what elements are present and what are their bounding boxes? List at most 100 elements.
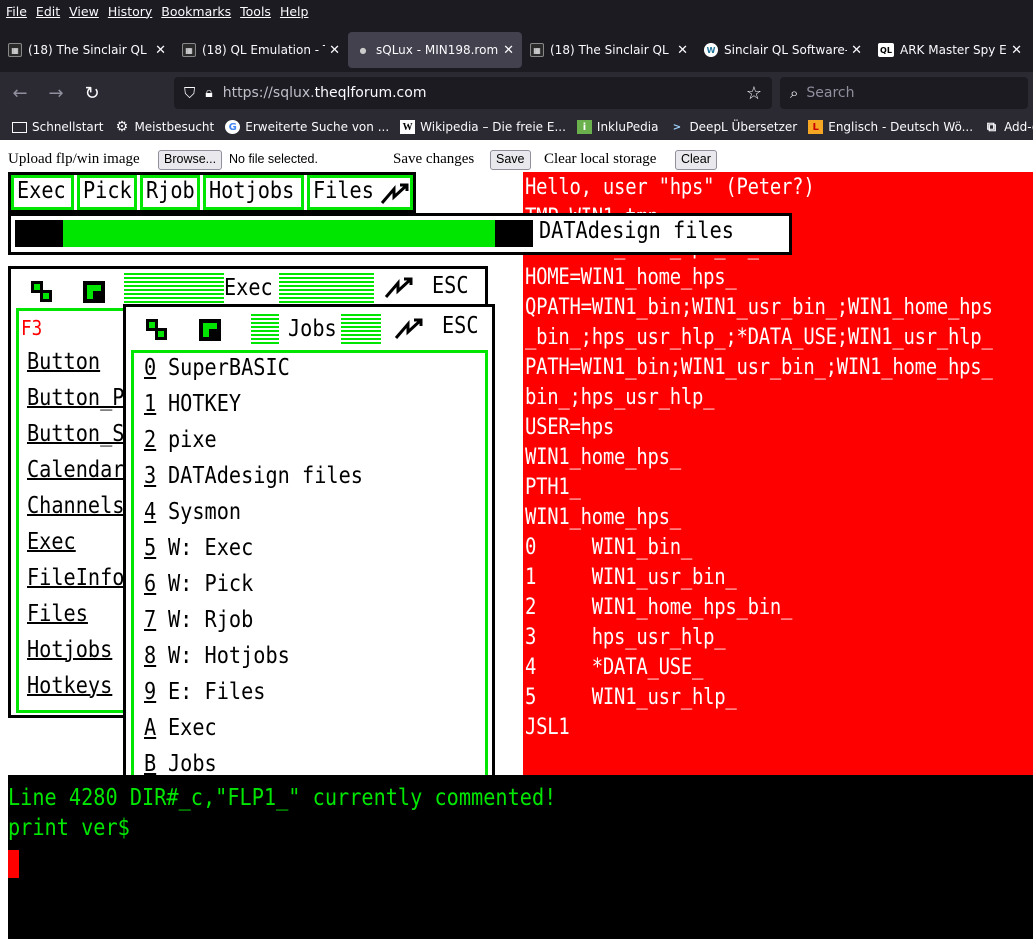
bookmark-label: DeepL Übersetzer [689, 120, 798, 134]
shield-icon[interactable]: ⛉ [184, 84, 195, 102]
bookmark-label: Wikipedia – Die freie E... [420, 120, 566, 134]
save-button[interactable]: Save [490, 150, 531, 170]
menu-history[interactable]: History [108, 4, 152, 19]
tab-ql-emulation[interactable]: ▦ (18) QL Emulation - Th ✕ [174, 32, 348, 68]
ql-exec-button[interactable]: Exec [11, 175, 74, 210]
close-icon[interactable]: ✕ [677, 43, 688, 58]
url-bar[interactable]: ⛉ 🔒︎ https://sqlux.theqlforum.com ☆ [174, 77, 772, 109]
console-line-2: print ver$ [8, 815, 130, 841]
ql-menu-bar: Exec Pick Rjob Hotjobs Files [8, 172, 416, 213]
exec-item[interactable]: Button [27, 349, 100, 375]
menu-edit[interactable]: Edit [36, 4, 60, 19]
bookmark-wikipedia[interactable]: W Wikipedia – Die freie E... [400, 120, 566, 134]
ql-console[interactable]: Line 4280 DIR#_c,"FLP1_" currently comme… [8, 775, 1033, 939]
info-line: 1 WIN1_usr_bin_ [525, 565, 737, 590]
close-icon[interactable]: ✕ [155, 43, 166, 58]
info-line: WIN1_home_hps_ [525, 445, 681, 470]
menu-view[interactable]: View [69, 4, 99, 19]
bookmark-star-icon[interactable]: ☆ [746, 83, 762, 104]
close-icon[interactable]: ✕ [329, 43, 340, 58]
button-label: Hotjobs [209, 178, 295, 204]
lock-icon[interactable]: 🔒︎ [205, 85, 212, 101]
back-icon[interactable]: ← [4, 77, 36, 109]
menu-tools[interactable]: Tools [240, 4, 271, 19]
ql-files-button[interactable]: Files [307, 175, 413, 210]
no-file-text: No file selected. [229, 152, 318, 166]
ql-rjob-button[interactable]: Rjob [140, 175, 200, 210]
exec-item[interactable]: Calendar [27, 457, 124, 483]
move-window-icon[interactable] [146, 319, 168, 341]
exec-item[interactable]: Hotkeys [27, 673, 112, 699]
menu-bookmarks[interactable]: Bookmarks [161, 4, 231, 19]
exec-item[interactable]: Button_P [27, 385, 124, 411]
job-key: 8 [144, 643, 157, 669]
close-icon[interactable]: ✕ [851, 43, 862, 58]
tab-ql-forum-2[interactable]: ▦ (18) The Sinclair QL Fo ✕ [522, 32, 696, 68]
job-name: HOTKEY [168, 391, 242, 417]
resize-window-icon[interactable] [199, 319, 221, 341]
exec-item[interactable]: Channels [27, 493, 124, 519]
info-line: 3 hps_usr_hlp_ [525, 625, 726, 650]
tab-title: (18) The Sinclair QL Fo [28, 43, 152, 57]
navigation-bar: ← → ↻ ⛉ 🔒︎ https://sqlux.theqlforum.com … [0, 72, 1033, 114]
info-line: HOME=WIN1_home_hps_ [525, 265, 737, 290]
exec-item[interactable]: Button_S [27, 421, 124, 447]
folder-icon [12, 121, 27, 133]
ql-pick-button[interactable]: Pick [77, 175, 137, 210]
ql-hotjobs-button[interactable]: Hotjobs [203, 175, 304, 210]
exec-window-title: Exec [224, 275, 273, 301]
exec-item[interactable]: Exec [27, 529, 76, 555]
browse-button[interactable]: Browse... [158, 150, 223, 170]
info-line: WIN1_home_hps_ [525, 505, 681, 530]
forward-icon[interactable]: → [40, 77, 72, 109]
esc-button[interactable]: ESC [432, 273, 469, 299]
move-window-icon[interactable] [31, 281, 53, 303]
ql-emulator-screen[interactable]: Hello, user "hps" (Peter?)TMP=WIN1_tmp_E… [8, 172, 1033, 939]
progress-label: DATAdesign files [539, 218, 734, 244]
clear-storage-label: Clear local storage [544, 151, 657, 167]
ql-info-window: Hello, user "hps" (Peter?)TMP=WIN1_tmp_E… [523, 172, 1033, 775]
bookmark-label: Add-ons-Verwaltung [1004, 120, 1033, 134]
lightning-icon[interactable] [384, 277, 414, 299]
bookmark-meistbesucht[interactable]: ⚙ Meistbesucht [114, 119, 215, 135]
tab-sqlux[interactable]: ● sQLux - MIN198.rom, ✕ [348, 32, 522, 68]
text-cursor [8, 850, 19, 878]
job-name: W: Exec [168, 535, 254, 561]
tab-ql-software[interactable]: W Sinclair QL Software-E ✕ [696, 32, 870, 68]
info-line: bin_;hps_usr_hlp_ [525, 385, 715, 410]
tab-ql-forum-1[interactable]: ▦ (18) The Sinclair QL Fo ✕ [0, 32, 174, 68]
lightning-icon[interactable] [394, 318, 424, 340]
info-line: PATH=WIN1_bin;WIN1_usr_bin_;WIN1_home_hp… [525, 355, 993, 380]
gear-icon: ⚙ [115, 119, 129, 135]
bookmark-addons[interactable]: ⧉ Add-ons-Verwaltung [984, 119, 1033, 135]
clear-button[interactable]: Clear [675, 150, 717, 170]
close-icon[interactable]: ✕ [503, 43, 514, 58]
exec-item[interactable]: FileInfo [27, 565, 124, 591]
bookmark-leo[interactable]: L Englisch - Deutsch Wö... [808, 120, 973, 134]
tab-title: sQLux - MIN198.rom, [376, 43, 500, 57]
bookmark-schnellstart[interactable]: Schnellstart [12, 120, 103, 134]
button-label: Exec [17, 178, 66, 204]
resize-window-icon[interactable] [83, 281, 105, 303]
info-line: Hello, user "hps" (Peter?) [525, 175, 815, 200]
reload-icon[interactable]: ↻ [76, 77, 108, 109]
bookmark-inklupedia[interactable]: i InkluPedia [576, 120, 658, 134]
esc-button[interactable]: ESC [442, 313, 479, 339]
leo-icon: L [808, 120, 824, 134]
close-icon[interactable]: ✕ [1011, 43, 1022, 58]
bookmark-deepl[interactable]: > DeepL Übersetzer [669, 120, 798, 134]
bookmark-label: Englisch - Deutsch Wö... [828, 120, 974, 134]
exec-item[interactable]: Files [27, 601, 88, 627]
tab-ark-editor[interactable]: QL ARK Master Spy Editor ✕ [870, 32, 1030, 68]
tab-title: (18) The Sinclair QL Fo [550, 43, 674, 57]
tab-title: (18) QL Emulation - Th [202, 43, 326, 57]
menu-help[interactable]: Help [280, 4, 309, 19]
puzzle-icon: ⧉ [986, 119, 997, 135]
menu-file[interactable]: File [6, 4, 27, 19]
bookmark-google[interactable]: G Erweiterte Suche von ... [225, 120, 389, 134]
job-name: E: Files [168, 679, 266, 705]
exec-item[interactable]: Hotjobs [27, 637, 112, 663]
f3-key: F3 [21, 316, 43, 340]
search-input[interactable]: ⌕ Search [780, 77, 1028, 109]
job-name: SuperBASIC [168, 355, 290, 381]
